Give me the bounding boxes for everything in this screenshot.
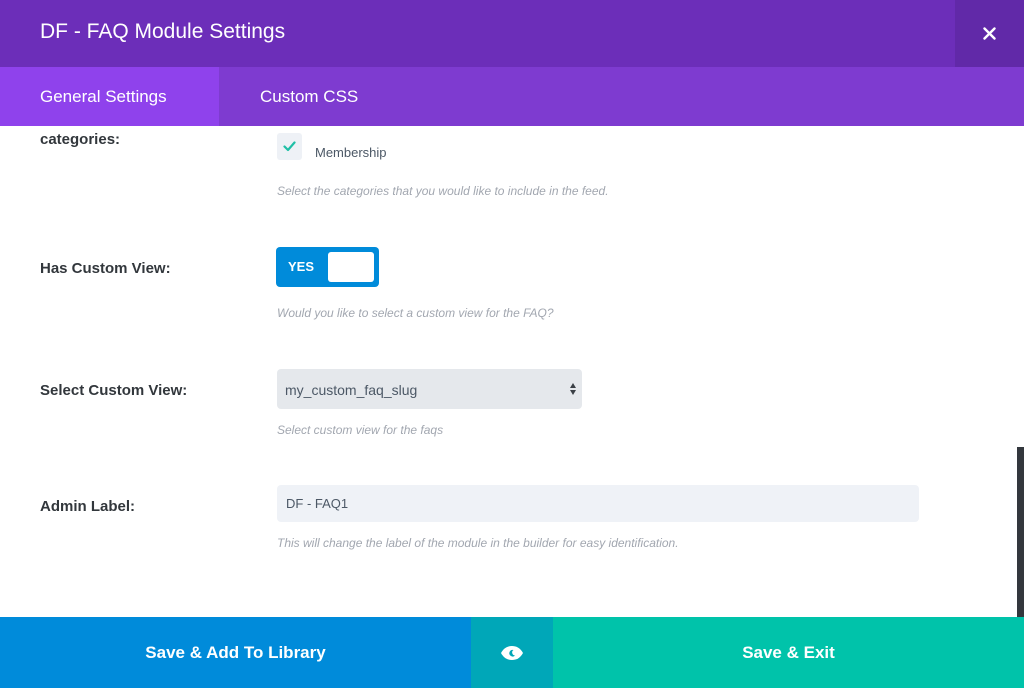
select-custom-view-description: Select custom view for the faqs [277, 423, 444, 437]
tab-bar: General Settings Custom CSS [0, 67, 1024, 126]
save-add-to-library-button[interactable]: Save & Add To Library [0, 617, 471, 688]
checkmark-icon [283, 141, 296, 152]
toggle-yes-text: YES [288, 259, 315, 274]
modal-header: DF - FAQ Module Settings [0, 0, 1024, 67]
categories-label: categories: [40, 131, 121, 148]
save-exit-button[interactable]: Save & Exit [553, 617, 1024, 688]
tab-custom-css[interactable]: Custom CSS [219, 67, 358, 126]
categories-description: Select the categories that you would lik… [277, 184, 609, 198]
settings-content: categories: Membership Select the catego… [0, 126, 1024, 617]
toggle-knob [328, 252, 374, 282]
custom-view-select[interactable]: my_custom_faq_slug [277, 369, 582, 409]
category-checkbox-membership[interactable] [277, 133, 302, 160]
modal-footer: Save & Add To Library Save & Exit [0, 617, 1024, 688]
has-custom-view-label: Has Custom View: [40, 260, 171, 277]
has-custom-view-description: Would you like to select a custom view f… [277, 306, 554, 320]
tab-general-settings[interactable]: General Settings [0, 67, 219, 126]
admin-label-label: Admin Label: [40, 498, 136, 515]
modal-title: DF - FAQ Module Settings [40, 20, 286, 43]
close-icon [983, 27, 996, 40]
preview-button[interactable] [471, 617, 553, 688]
scrollbar-thumb[interactable] [1017, 447, 1024, 617]
has-custom-view-toggle[interactable]: YES [276, 247, 379, 287]
admin-label-description: This will change the label of the module… [277, 536, 679, 550]
custom-view-select-value: my_custom_faq_slug [285, 382, 418, 398]
select-arrows-icon [570, 383, 576, 395]
category-label-membership: Membership [315, 145, 387, 160]
eye-icon [501, 645, 523, 660]
close-button[interactable] [955, 0, 1024, 67]
admin-label-input[interactable] [277, 485, 919, 522]
select-custom-view-label: Select Custom View: [40, 382, 188, 399]
